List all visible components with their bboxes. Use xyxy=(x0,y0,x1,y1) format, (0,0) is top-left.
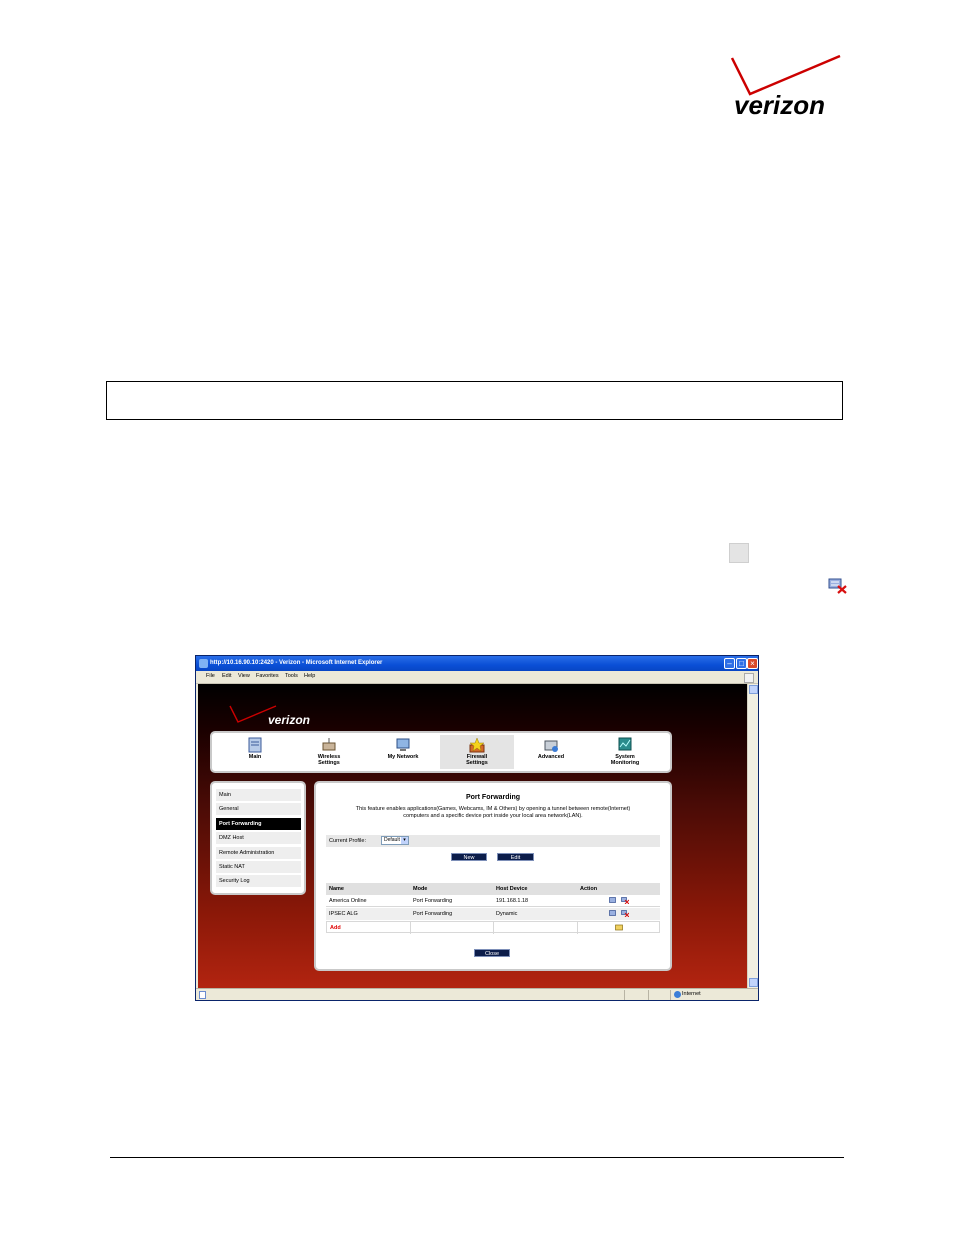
verizon-logo-text: verizon xyxy=(734,90,825,120)
close-icon[interactable]: × xyxy=(747,658,758,669)
verizon-logo: verizon xyxy=(730,54,841,120)
new-button[interactable]: New xyxy=(451,853,487,861)
edit-icon[interactable] xyxy=(609,910,617,917)
router-verizon-logo: verizon xyxy=(229,705,310,727)
close-button[interactable]: Close xyxy=(474,949,510,957)
delete-entry-icon xyxy=(828,578,847,594)
sidebar-item-port-forwarding[interactable]: Port Forwarding xyxy=(216,818,301,830)
top-navigation: Main Wireless Settings My Network Firewal… xyxy=(210,731,672,773)
note-box xyxy=(106,381,843,420)
nav-main[interactable]: Main xyxy=(218,735,292,769)
sidebar: Main General Port Forwarding DMZ Host Re… xyxy=(210,781,306,895)
browser-title: http://10.16.90.10:2420 - Verizon - Micr… xyxy=(210,660,383,666)
internet-zone-icon xyxy=(674,991,681,998)
nav-firewall-settings[interactable]: Firewall Settings xyxy=(440,735,514,769)
sidebar-item-remote-administration[interactable]: Remote Administration xyxy=(216,847,301,859)
port-forwarding-panel: Port Forwarding This feature enables app… xyxy=(314,781,672,971)
sidebar-item-main[interactable]: Main xyxy=(216,789,301,801)
scroll-up-icon[interactable] xyxy=(749,685,758,694)
advanced-icon xyxy=(544,740,558,752)
add-link[interactable]: Add xyxy=(330,925,341,931)
sidebar-item-static-nat[interactable]: Static NAT xyxy=(216,861,301,873)
ie-icon xyxy=(199,659,208,668)
minimize-icon[interactable]: – xyxy=(724,658,735,669)
page-viewport: verizon Main Wireless Settings My Network… xyxy=(198,684,747,988)
browser-window: http://10.16.90.10:2420 - Verizon - Micr… xyxy=(195,655,759,1001)
browser-titlebar: http://10.16.90.10:2420 - Verizon - Micr… xyxy=(196,656,758,671)
edit-icon[interactable] xyxy=(609,897,617,904)
wireless-settings-icon xyxy=(322,738,336,751)
checkbox-icon xyxy=(729,543,749,563)
browser-statusbar: Internet xyxy=(196,988,758,1000)
sidebar-item-general[interactable]: General xyxy=(216,803,301,815)
system-monitoring-icon xyxy=(618,737,632,751)
menu-edit[interactable]: Edit xyxy=(222,673,231,679)
table-row: IPSEC ALG Port Forwarding Dynamic xyxy=(326,908,660,920)
add-icon[interactable] xyxy=(615,924,623,931)
footer-rule xyxy=(110,1157,844,1158)
delete-icon[interactable] xyxy=(621,897,629,904)
nav-system-monitoring[interactable]: System Monitoring xyxy=(588,735,662,769)
menu-view[interactable]: View xyxy=(238,673,250,679)
my-network-icon xyxy=(396,738,410,751)
scroll-down-icon[interactable] xyxy=(749,978,758,987)
menu-tools[interactable]: Tools xyxy=(285,673,298,679)
table-row: America Online Port Forwarding 191.168.1… xyxy=(326,895,660,907)
menu-file[interactable]: File xyxy=(206,673,215,679)
browser-menubar: File Edit View Favorites Tools Help xyxy=(196,671,758,684)
router-logo-text: verizon xyxy=(268,713,310,727)
current-profile-row: Current Profile: Default ▾ xyxy=(326,835,660,847)
page-icon xyxy=(199,991,206,999)
current-profile-select[interactable]: Default ▾ xyxy=(381,836,409,845)
maximize-icon[interactable]: □ xyxy=(736,658,747,669)
sidebar-item-security-log[interactable]: Security Log xyxy=(216,875,301,887)
menu-help[interactable]: Help xyxy=(304,673,315,679)
sidebar-item-dmz-host[interactable]: DMZ Host xyxy=(216,832,301,844)
nav-my-network[interactable]: My Network xyxy=(366,735,440,769)
menu-favorites[interactable]: Favorites xyxy=(256,673,279,679)
panel-title: Port Forwarding xyxy=(465,794,521,801)
main-icon xyxy=(248,737,262,753)
nav-wireless-settings[interactable]: Wireless Settings xyxy=(292,735,366,769)
firewall-settings-icon xyxy=(469,737,485,753)
vertical-scrollbar[interactable] xyxy=(747,684,758,988)
table-row-add: Add xyxy=(326,921,660,934)
panel-description: This feature enables applications(Games,… xyxy=(355,806,631,819)
delete-icon[interactable] xyxy=(621,910,629,917)
nav-advanced[interactable]: Advanced xyxy=(514,735,588,769)
current-profile-label: Current Profile: xyxy=(329,838,366,844)
status-zone: Internet xyxy=(682,991,701,997)
chevron-down-icon: ▾ xyxy=(401,837,408,844)
windows-flag-icon xyxy=(744,673,754,683)
table-header: Name Mode Host Device Action xyxy=(326,883,660,895)
edit-button[interactable]: Edit xyxy=(497,853,534,861)
